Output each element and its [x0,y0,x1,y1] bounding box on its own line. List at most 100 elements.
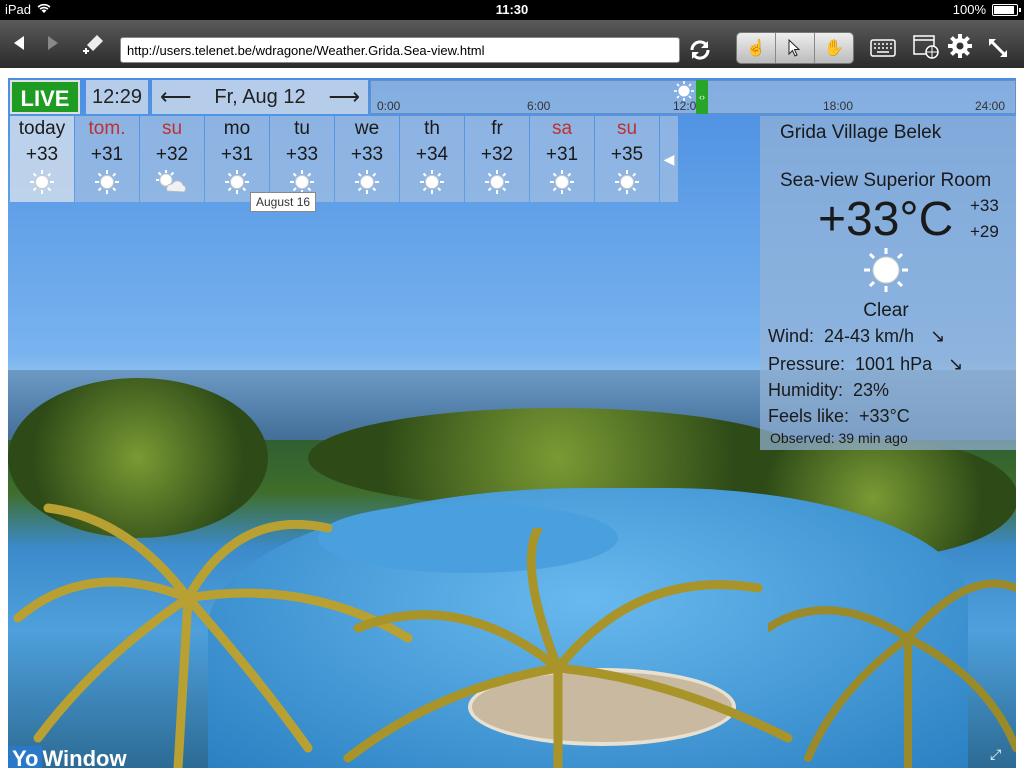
wind-row: Wind: 24-43 km/h ↘ [768,326,945,347]
forward-icon[interactable] [42,32,64,54]
observed-value: 39 min ago [838,430,908,446]
pointer-mode-segment: ☝ ✋ [736,32,854,64]
battery-icon [992,3,1021,16]
day-temperature: +31 [90,144,124,165]
sun-icon [400,168,464,196]
day-temperature: +32 [155,144,189,165]
forecast-day[interactable]: su +35 [595,116,659,202]
day-name: fr [491,118,503,139]
pan-mode-icon[interactable]: ✋ [815,33,853,63]
keyboard-icon[interactable] [868,34,898,62]
day-temperature: +33 [25,144,59,165]
feels-like-label: Feels like: [768,406,850,426]
forecast-day[interactable]: su +32 [140,116,204,202]
day-temperature: +31 [545,144,579,165]
pressure-value: 1001 hPa [855,354,933,374]
weather-widget[interactable]: LIVE 12:29 ⟵ Fr, Aug 12 ⟶ 0:00 6:00 12:0… [8,78,1016,768]
window-globe-icon[interactable] [910,32,942,62]
humidity-label: Humidity: [768,380,844,400]
sun-icon [335,168,399,196]
day-temperature: +34 [415,144,449,165]
timeline-tick: 18:00 [823,99,854,113]
condition-label: Clear [863,300,909,321]
wind-value: 24-43 km/h [824,326,915,346]
date-tooltip: August 16 [250,192,317,212]
cursor-mode-icon[interactable] [776,33,815,63]
forecast-day[interactable]: th +34 [400,116,464,202]
sun-icon [595,168,659,196]
forecast-day[interactable]: today +33 [10,116,74,202]
day-temperature: +35 [610,144,644,165]
observed-label: Observed: [770,430,835,446]
pressure-trend-icon: ↘ [948,354,964,374]
forecast-day[interactable]: tu +33 [270,116,334,202]
observed-row: Observed: 39 min ago [770,430,908,446]
sun-icon [465,168,529,196]
location-name[interactable]: Grida Village Belek [780,122,941,144]
clock: 11:30 [495,2,529,17]
day-name: we [354,118,380,139]
timeline-handle[interactable]: ‹› [696,80,708,114]
status-bar: iPad 11:30 100% [0,0,1024,20]
url-field[interactable]: http://users.telenet.be/wdragone/Weather… [120,37,680,63]
weather-info-panel: Grida Village Belek Sea-view Superior Ro… [760,116,1016,450]
frame-right [1016,68,1024,768]
timeline-sun-icon [674,81,694,101]
battery-percent: 100% [952,2,986,17]
time-strip: LIVE 12:29 ⟵ Fr, Aug 12 ⟶ 0:00 6:00 12:0… [10,80,1016,114]
feels-like-value: +33°C [859,406,910,426]
forecast-days: today +33 tom. +31 su +32 mo +31 tu +33 we +33 th +34… [10,116,682,202]
humidity-value: 23% [853,380,890,400]
sun-icon [10,168,74,196]
pressure-row: Pressure: 1001 hPa ↘ [768,354,963,375]
wind-label: Wind: [768,326,815,346]
day-name: su [161,118,183,139]
timeline-tick: 6:00 [527,99,551,113]
back-icon[interactable] [8,32,30,54]
live-button[interactable]: LIVE [10,80,80,114]
current-time: 12:29 [86,80,148,114]
more-days-icon[interactable]: ◀ [660,116,678,202]
sun-cloud-icon [140,168,204,196]
palm-center [343,528,793,768]
palm-right [768,579,1016,768]
day-name: th [424,118,440,139]
day-temperature: +32 [480,144,514,165]
pressure-label: Pressure: [768,354,846,374]
day-temperature: +33 [285,144,319,165]
humidity-row: Humidity: 23% [768,380,889,401]
yowindow-logo[interactable]: Yo Window [8,746,148,768]
low-temperature: +29 [970,222,999,241]
day-name: tom. [88,118,126,139]
feels-like-row: Feels like: +33°C [768,406,910,427]
forecast-day[interactable]: tom. +31 [75,116,139,202]
forecast-day[interactable]: we +33 [335,116,399,202]
current-temperature: +33°C [818,193,954,246]
day-name: sa [551,118,573,139]
forecast-day[interactable]: mo +31 [205,116,269,202]
frame-left [0,68,8,768]
high-temperature: +33 [970,196,999,215]
timeline-tick: 24:00 [975,99,1006,113]
forecast-day[interactable]: fr +32 [465,116,529,202]
browser-toolbar: http://users.telenet.be/wdragone/Weather… [0,20,1024,69]
day-temperature: +31 [220,144,254,165]
next-day-icon[interactable]: ⟶ [328,80,360,114]
day-name: tu [294,118,310,139]
sun-icon [530,168,594,196]
wind-direction-icon: ↘ [930,326,946,346]
frame-top [0,68,1024,78]
room-name: Sea-view Superior Room [780,170,992,191]
gear-icon[interactable] [946,32,974,60]
reload-icon[interactable] [686,36,714,64]
clear-sun-icon [864,248,908,292]
forecast-day[interactable]: sa +31 [530,116,594,202]
sun-icon [75,168,139,196]
expand-icon[interactable]: ⤢ [990,746,1012,764]
tap-mode-icon[interactable]: ☝ [737,33,776,63]
day-temperature: +33 [350,144,384,165]
day-name: today [18,118,66,139]
day-name: su [616,118,638,139]
add-bookmark-icon[interactable] [78,30,108,60]
fullscreen-icon[interactable] [984,34,1012,62]
